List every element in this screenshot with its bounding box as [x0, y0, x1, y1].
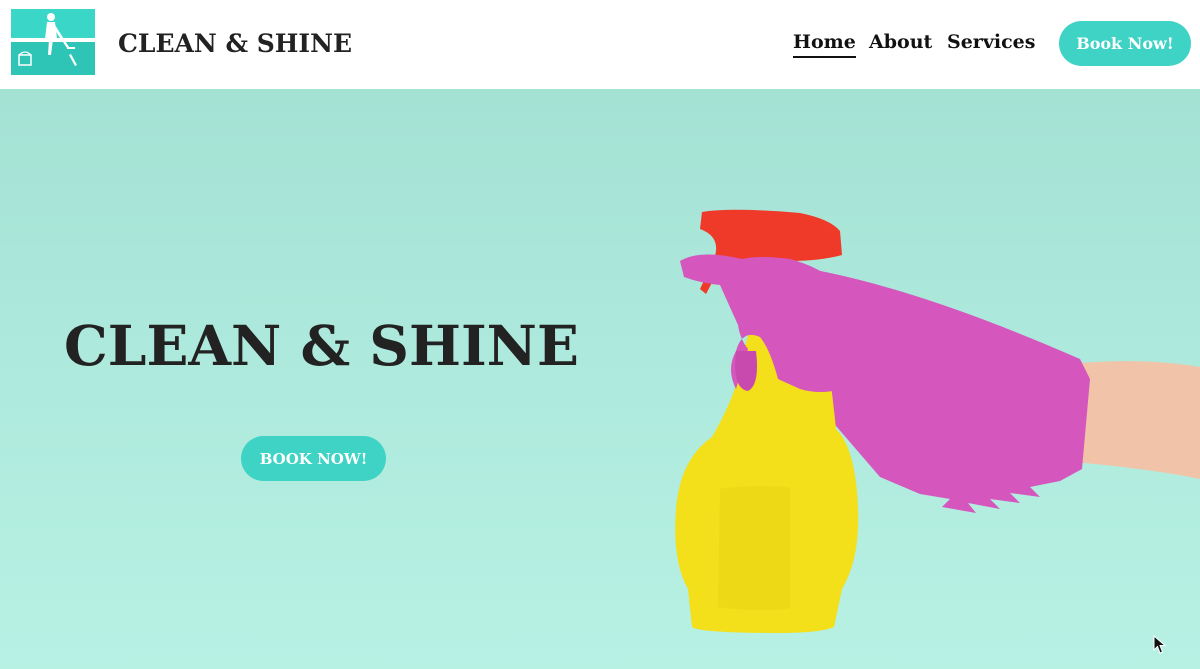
- nav-services-link[interactable]: Services: [947, 31, 1035, 53]
- mouse-cursor-icon: [1153, 635, 1167, 654]
- spray-bottle-glove-photo: [675, 209, 1200, 633]
- site-brand-name[interactable]: CLEAN & SHINE: [118, 29, 352, 58]
- nav-about-link[interactable]: About: [869, 31, 932, 53]
- cleaning-person-logo-icon[interactable]: [11, 9, 95, 75]
- hero-book-now-button[interactable]: BOOK NOW!: [241, 436, 386, 481]
- hero-title: CLEAN & SHINE: [64, 313, 579, 378]
- hero-section: CLEAN & SHINE BOOK NOW!: [0, 89, 1200, 669]
- nav-home-link[interactable]: Home: [793, 31, 856, 58]
- site-header: CLEAN & SHINE Home About Services Book N…: [0, 0, 1200, 89]
- header-book-now-button[interactable]: Book Now!: [1059, 21, 1191, 66]
